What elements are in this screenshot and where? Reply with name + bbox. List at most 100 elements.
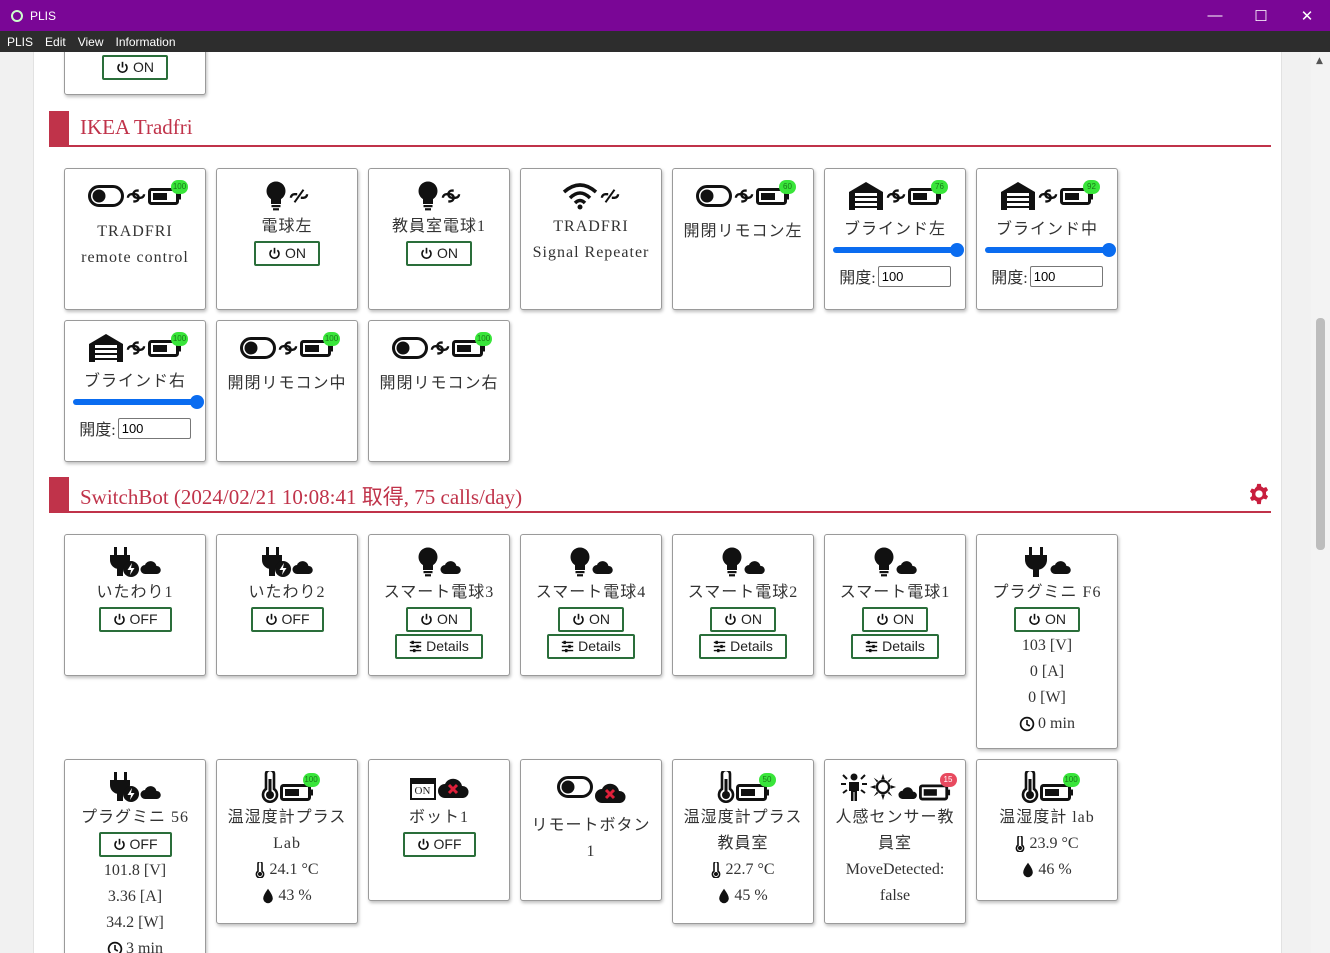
power-button[interactable]: ON: [862, 607, 928, 632]
details-button[interactable]: Details: [547, 634, 635, 659]
details-button[interactable]: Details: [395, 634, 483, 659]
thermometer-icon: [1021, 771, 1039, 803]
button-label: Details: [882, 638, 925, 654]
slider-knob[interactable]: [950, 243, 964, 257]
time-row: 0 min: [1019, 711, 1075, 737]
icon-group: [721, 544, 766, 580]
menu-edit[interactable]: Edit: [45, 35, 66, 49]
icon-group: 100: [88, 178, 188, 214]
power-button[interactable]: ON: [254, 241, 320, 266]
power-button[interactable]: ON: [102, 55, 168, 80]
battery-badge: 100: [323, 332, 340, 346]
device-label: リモートボタン: [531, 817, 651, 834]
opening-row: 開度:: [839, 264, 951, 288]
button-label: ON: [285, 245, 306, 261]
cloud-offline-icon: [437, 774, 469, 800]
icon-group: [261, 544, 314, 580]
humidity-value: 45 %: [734, 887, 768, 904]
cloud-icon: [1050, 561, 1072, 575]
voltage-value: 101.8 [V]: [103, 862, 167, 879]
toggle-icon: [696, 185, 732, 207]
link-icon: [1037, 187, 1059, 205]
menu-view[interactable]: View: [78, 35, 104, 49]
opening-row: 開度:: [79, 416, 191, 440]
thermometer-icon: [717, 771, 735, 803]
vertical-scrollbar[interactable]: ▲: [1311, 52, 1330, 953]
section-marker: [49, 477, 69, 511]
device-label: 開閉リモコン中: [227, 375, 347, 392]
section-header-switchbot: SwitchBot (2024/02/21 10:08:41 取得, 75 ca…: [49, 477, 1271, 513]
device-card-bot1: ON ボット1 OFF: [368, 759, 510, 901]
power-button[interactable]: OFF: [98, 607, 172, 632]
humidity-row: 45 %: [718, 883, 768, 909]
slider-knob[interactable]: [1102, 243, 1116, 257]
minimize-button[interactable]: —: [1192, 0, 1238, 31]
cloud-icon: [140, 561, 162, 575]
icon-group: [562, 178, 621, 214]
drop-icon: [262, 888, 274, 904]
menu-information[interactable]: Information: [116, 35, 176, 49]
menu-plis[interactable]: PLIS: [7, 35, 33, 49]
section-title: IKEA Tradfri: [80, 115, 193, 139]
link-icon: [277, 339, 299, 357]
blind-slider[interactable]: [985, 243, 1116, 257]
bulb-icon: [417, 547, 439, 577]
cloud-icon: [140, 786, 162, 800]
blind-slider[interactable]: [833, 243, 964, 257]
device-label: 温湿度計 lab: [999, 809, 1095, 826]
current-value: 3.36 [A]: [107, 888, 163, 905]
opening-input[interactable]: [877, 265, 951, 287]
icon-group: [1023, 544, 1072, 580]
battery-badge: 100: [171, 180, 188, 194]
scrollbar-thumb[interactable]: [1316, 318, 1325, 550]
time-value: 0 min: [1038, 715, 1075, 732]
device-card-motion-sensor: 15 人感センサー教 員室 MoveDetected: false: [824, 759, 966, 924]
opening-input[interactable]: [1029, 265, 1103, 287]
slider-knob[interactable]: [190, 395, 204, 409]
power-button[interactable]: OFF: [402, 832, 476, 857]
power-icon: [265, 613, 278, 626]
cloud-icon: [292, 561, 314, 575]
button-label: ON: [893, 611, 914, 627]
power-icon: [724, 613, 737, 626]
icon-group: [557, 769, 626, 805]
title-bar: PLIS — ☐ ✕: [0, 0, 1330, 31]
opening-input[interactable]: [117, 417, 191, 439]
device-label: いたわり1: [96, 584, 174, 601]
cloud-icon: [744, 561, 766, 575]
battery-badge: 60: [779, 180, 796, 194]
icon-group: [109, 769, 162, 805]
toggle-icon: [240, 337, 276, 359]
cloud-icon: [592, 561, 614, 575]
device-sublabel: Lab: [273, 835, 301, 852]
blind-slider[interactable]: [73, 395, 204, 409]
close-button[interactable]: ✕: [1284, 0, 1330, 31]
power-button[interactable]: OFF: [250, 607, 324, 632]
icon-group: [417, 544, 462, 580]
device-card-plug-mini-f6: プラグミニ F6 ON 103 [V] 0 [A] 0 [W] 0 min: [976, 534, 1118, 749]
power-button[interactable]: ON: [406, 607, 472, 632]
temperature-row: 22.7 °C: [711, 857, 775, 883]
humidity-row: 46 %: [1022, 857, 1072, 883]
power-button[interactable]: ON: [558, 607, 624, 632]
power-button[interactable]: ON: [406, 241, 472, 266]
power-button[interactable]: OFF: [98, 832, 172, 857]
maximize-button[interactable]: ☐: [1238, 0, 1284, 31]
drop-icon: [718, 888, 730, 904]
details-button[interactable]: Details: [851, 634, 939, 659]
slider-track: [73, 399, 197, 405]
details-button[interactable]: Details: [699, 634, 787, 659]
voltage-value: 103 [V]: [1021, 637, 1073, 654]
device-label: ブラインド左: [843, 221, 946, 238]
opening-label: 開度:: [79, 422, 116, 439]
icon-group: 100: [88, 330, 188, 366]
thermometer-icon: [711, 862, 721, 878]
scroll-up-icon[interactable]: ▲: [1316, 56, 1323, 66]
power-button[interactable]: ON: [710, 607, 776, 632]
power-icon: [420, 247, 433, 260]
power-button[interactable]: ON: [1014, 607, 1080, 632]
gear-icon[interactable]: [1248, 483, 1270, 505]
device-sublabel: remote control: [81, 249, 189, 266]
device-card-smart-bulb3: スマート電球3 ON Details: [368, 534, 510, 676]
battery-badge: 15: [939, 773, 957, 787]
